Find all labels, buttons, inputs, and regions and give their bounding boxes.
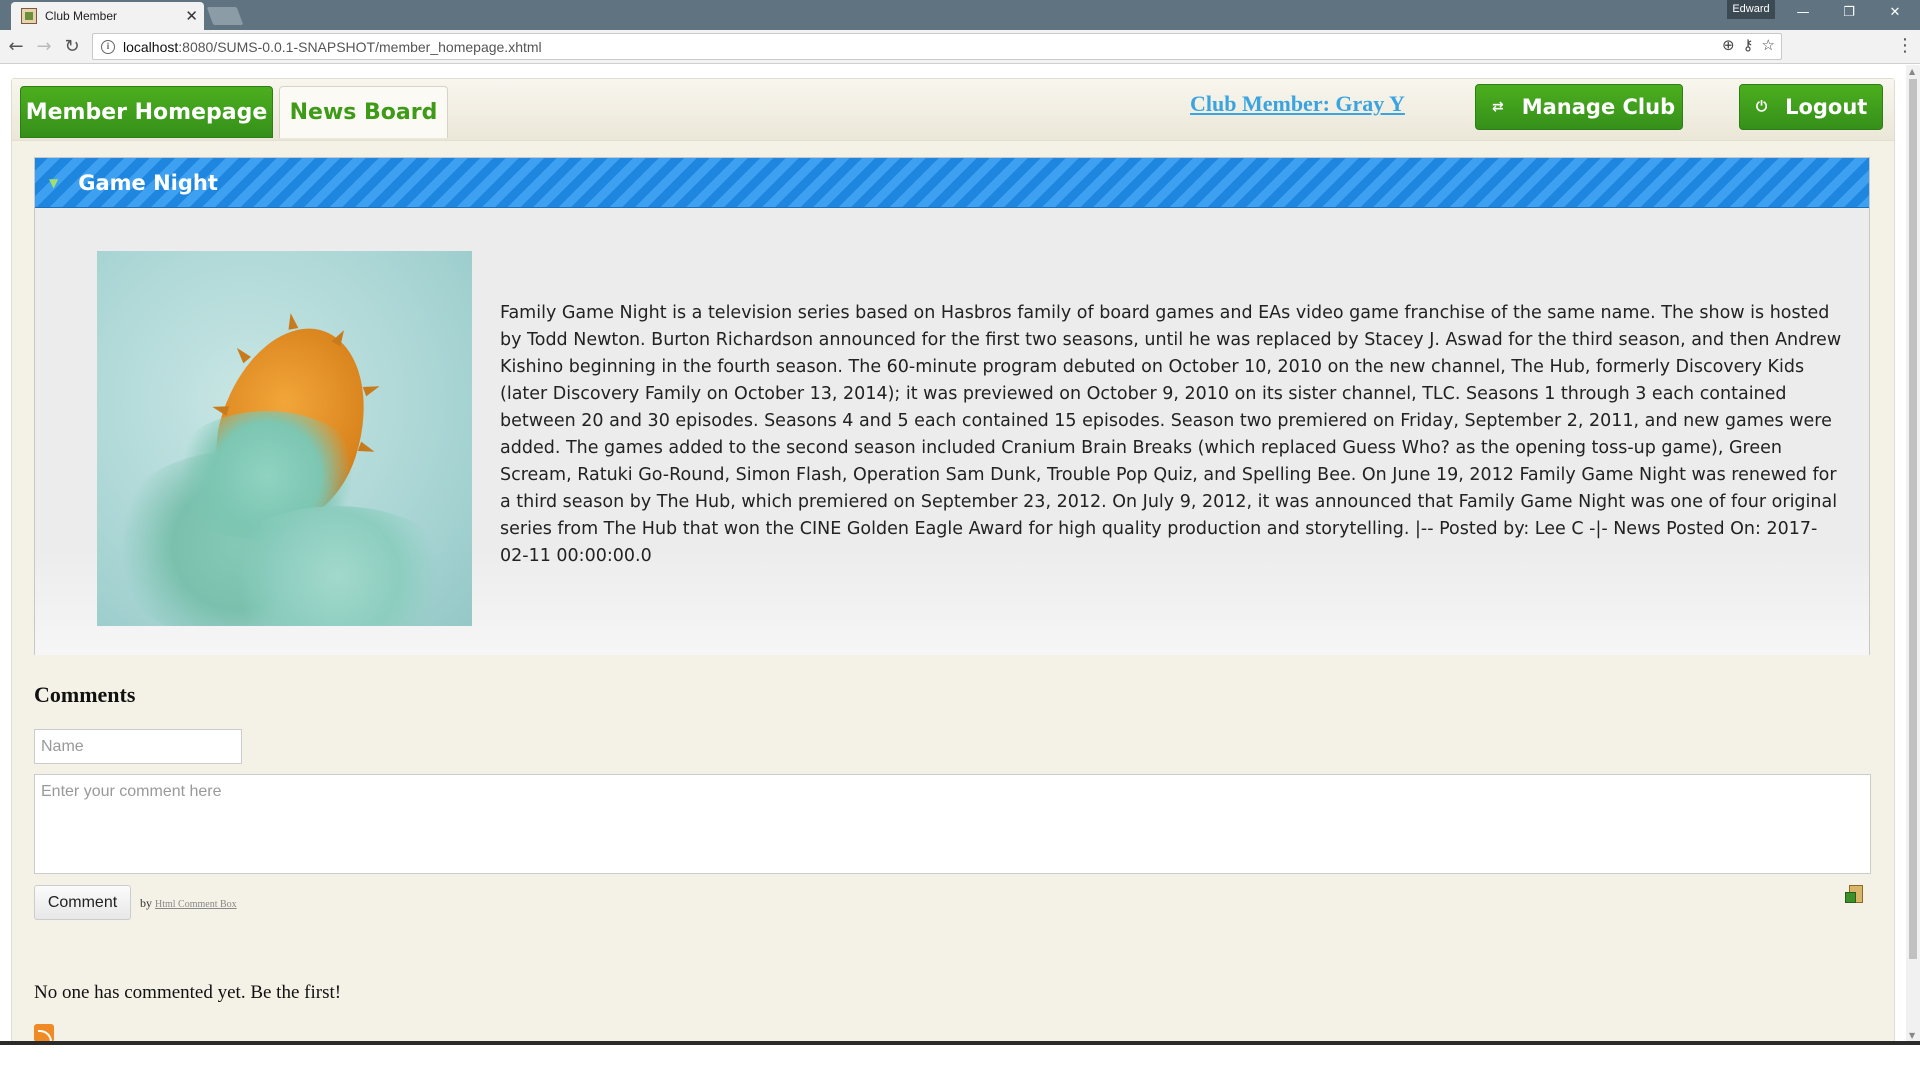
rss-icon[interactable] bbox=[34, 1024, 54, 1042]
no-comments-message: No one has commented yet. Be the first! bbox=[34, 982, 342, 1003]
comments-heading: Comments bbox=[34, 682, 136, 707]
key-icon[interactable]: ⚷ bbox=[1743, 36, 1754, 54]
comment-textarea[interactable] bbox=[34, 774, 1871, 874]
swap-arrows-icon: ⇄ bbox=[1492, 99, 1504, 115]
restore-icon[interactable]: ❐ bbox=[1826, 2, 1872, 24]
address-bar[interactable]: i localhost:8080/SUMS-0.0.1-SNAPSHOT/mem… bbox=[92, 33, 1782, 60]
tab-close-icon[interactable]: ✕ bbox=[185, 7, 198, 25]
forward-icon[interactable]: → bbox=[32, 35, 56, 59]
scroll-down-icon[interactable]: ▼ bbox=[1909, 1031, 1915, 1040]
tab-title: Club Member bbox=[45, 9, 118, 23]
page-container: Member Homepage News Board Club Member: … bbox=[11, 78, 1895, 1045]
page-viewport: Member Homepage News Board Club Member: … bbox=[0, 65, 1906, 1045]
comment-box-credit: by Html Comment Box bbox=[140, 896, 237, 910]
close-window-icon[interactable]: ✕ bbox=[1872, 2, 1918, 24]
scroll-up-icon[interactable]: ▲ bbox=[1909, 67, 1915, 76]
collapse-caret-icon[interactable]: ▼ bbox=[49, 176, 58, 190]
bookmark-star-icon[interactable]: ☆ bbox=[1762, 36, 1775, 54]
url-text: localhost:8080/SUMS-0.0.1-SNAPSHOT/membe… bbox=[123, 38, 542, 55]
browser-titlebar: Club Member ✕ Edward — ❐ ✕ bbox=[0, 0, 1920, 30]
back-icon[interactable]: ← bbox=[4, 35, 28, 59]
info-icon[interactable]: i bbox=[101, 39, 115, 54]
browser-toolbar: ← → ↻ i localhost:8080/SUMS-0.0.1-SNAPSH… bbox=[0, 30, 1920, 64]
browser-tab[interactable]: Club Member ✕ bbox=[11, 2, 204, 30]
scrollbar-thumb[interactable] bbox=[1909, 79, 1917, 959]
news-body-text: Family Game Night is a television series… bbox=[500, 303, 1842, 566]
browser-menu-icon[interactable]: ⋮ bbox=[1896, 35, 1914, 56]
comment-submit-button[interactable]: Comment bbox=[34, 885, 131, 920]
tab-favicon-icon bbox=[21, 8, 37, 24]
new-tab-button[interactable] bbox=[206, 7, 244, 25]
club-member-link[interactable]: Club Member: Gray Y bbox=[1190, 91, 1405, 117]
tab-news-board[interactable]: News Board bbox=[279, 86, 448, 138]
power-icon: ⏻ bbox=[1756, 99, 1768, 115]
bottom-edge bbox=[0, 1041, 1920, 1045]
minimize-icon[interactable]: — bbox=[1780, 2, 1826, 24]
news-image bbox=[97, 251, 472, 626]
logout-button[interactable]: ⏻ Logout bbox=[1739, 84, 1883, 130]
logout-label: Logout bbox=[1785, 95, 1868, 119]
manage-club-label: Manage Club bbox=[1521, 95, 1676, 119]
profile-badge[interactable]: Edward bbox=[1727, 0, 1775, 19]
comment-name-input[interactable] bbox=[34, 729, 242, 764]
news-title: Game Night bbox=[78, 170, 218, 195]
export-icon[interactable] bbox=[1845, 885, 1865, 905]
reload-icon[interactable]: ↻ bbox=[60, 35, 84, 59]
news-panel: ▼ Game Night Family Game Night is a tele… bbox=[34, 157, 1870, 655]
comment-box-credit-link[interactable]: Html Comment Box bbox=[155, 899, 237, 910]
page-scrollbar[interactable]: ▲ ▼ bbox=[1906, 65, 1920, 1045]
zoom-icon[interactable]: ⊕ bbox=[1722, 36, 1735, 54]
tab-member-homepage[interactable]: Member Homepage bbox=[20, 86, 273, 138]
news-panel-header[interactable]: ▼ Game Night bbox=[35, 158, 1869, 208]
manage-club-button[interactable]: ⇄ Manage Club bbox=[1475, 84, 1683, 130]
